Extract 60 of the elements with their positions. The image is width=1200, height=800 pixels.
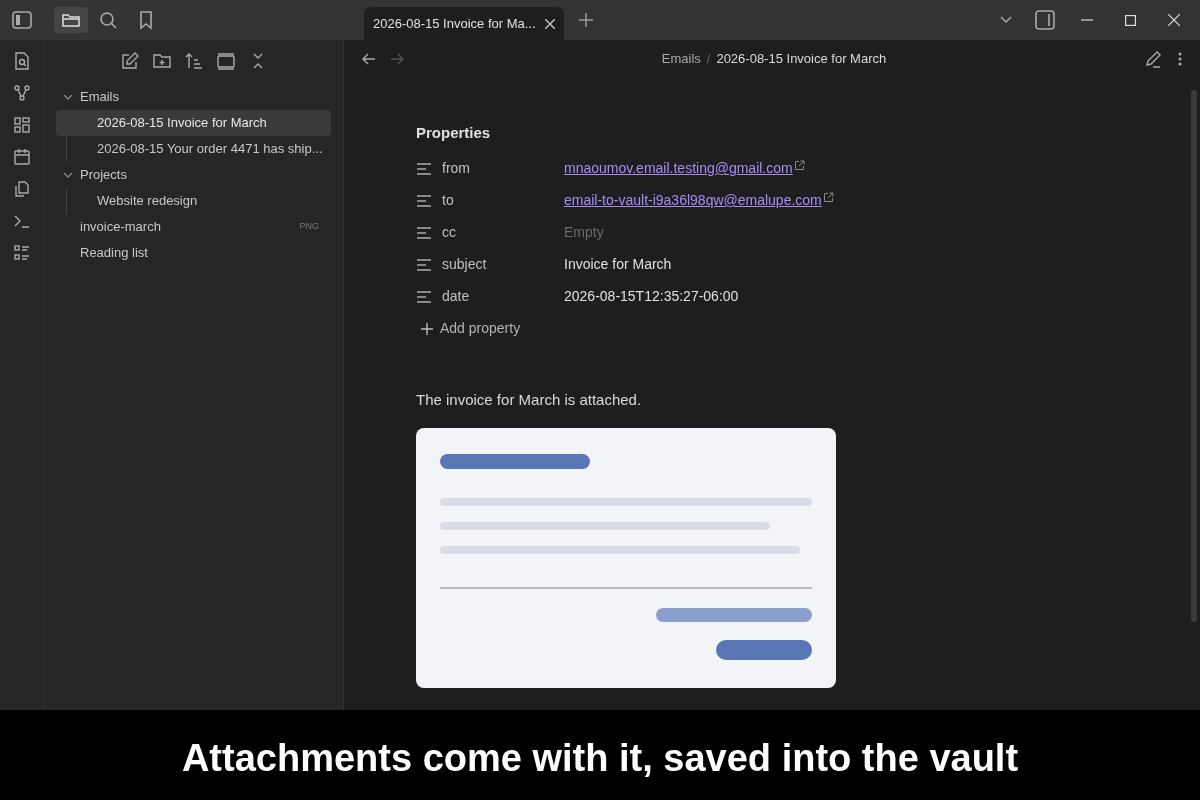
- property-value[interactable]: Invoice for March: [564, 254, 672, 275]
- file-item[interactable]: invoice-march PNG: [56, 214, 331, 240]
- add-property-button[interactable]: Add property: [416, 312, 521, 345]
- chevron-down-icon[interactable]: [63, 94, 73, 100]
- body-paragraph: The invoice for March is attached.: [416, 389, 642, 410]
- sort-icon[interactable]: [184, 52, 203, 70]
- folder-item[interactable]: Projects: [56, 162, 331, 188]
- external-link-icon: [822, 192, 834, 203]
- list-icon[interactable]: [12, 244, 31, 262]
- close-icon[interactable]: [1168, 14, 1180, 26]
- external-link-icon: [793, 160, 805, 171]
- property-key[interactable]: from: [442, 158, 564, 179]
- text-property-icon[interactable]: [416, 289, 432, 304]
- text-property-icon[interactable]: [416, 257, 432, 272]
- grid-icon[interactable]: [12, 116, 31, 134]
- edit-icon[interactable]: [1144, 50, 1162, 68]
- search-icon[interactable]: [98, 10, 118, 30]
- file-item[interactable]: 2026-08-15 Your order 4471 has ship...: [73, 136, 331, 162]
- files-button[interactable]: [54, 7, 88, 33]
- scrollbar[interactable]: [1191, 90, 1197, 622]
- tab[interactable]: 2026-08-15 Invoice for Ma...: [364, 7, 564, 40]
- bookmark-icon[interactable]: [138, 10, 154, 30]
- file-search-icon[interactable]: [12, 52, 31, 70]
- close-tab-icon[interactable]: [545, 18, 555, 29]
- folder-item[interactable]: Emails: [56, 84, 331, 110]
- breadcrumb-current: 2026-08-15 Invoice for March: [716, 50, 887, 69]
- right-sidebar-icon[interactable]: [1035, 10, 1055, 30]
- text-property-icon[interactable]: [416, 225, 432, 240]
- back-arrow-icon[interactable]: [362, 52, 376, 66]
- property-value[interactable]: 2026-08-15T12:35:27-06:00: [564, 286, 739, 307]
- new-tab-icon[interactable]: [578, 12, 594, 28]
- email-link[interactable]: mnaoumov.email.testing@gmail.com: [564, 158, 793, 179]
- chevron-down-icon[interactable]: [63, 172, 73, 178]
- property-key[interactable]: to: [442, 190, 564, 211]
- graph-icon[interactable]: [12, 84, 31, 102]
- file-type-label: PNG: [299, 220, 319, 234]
- chevron-down-icon[interactable]: [999, 15, 1013, 25]
- collapse-view-icon[interactable]: [216, 52, 235, 70]
- property-key[interactable]: date: [442, 286, 564, 307]
- property-key[interactable]: cc: [442, 222, 564, 243]
- maximize-icon[interactable]: [1125, 14, 1136, 26]
- folder-icon: [61, 11, 81, 29]
- new-folder-icon[interactable]: [152, 52, 171, 70]
- breadcrumb-separator: /: [706, 50, 711, 69]
- text-property-icon[interactable]: [416, 193, 432, 208]
- caption-text: Attachments come with it, saved into the vault: [181, 736, 1019, 781]
- breadcrumb-link[interactable]: Emails: [661, 49, 701, 69]
- file-item[interactable]: Reading list: [56, 240, 331, 266]
- file-item[interactable]: Website redesign: [73, 188, 331, 214]
- new-note-icon[interactable]: [120, 52, 139, 70]
- plus-icon: [420, 321, 434, 336]
- more-options-icon[interactable]: [1178, 52, 1182, 66]
- sidebar-toggle-icon[interactable]: [10, 8, 34, 32]
- text-property-icon[interactable]: [416, 161, 432, 176]
- calendar-icon[interactable]: [12, 148, 31, 166]
- property-key[interactable]: subject: [442, 254, 564, 275]
- copy-icon[interactable]: [12, 180, 31, 198]
- properties-heading: Properties: [416, 123, 491, 143]
- file-item[interactable]: 2026-08-15 Invoice for March: [56, 110, 331, 136]
- email-link[interactable]: email-to-vault-i9a36l98qw@emalupe.com: [564, 190, 822, 211]
